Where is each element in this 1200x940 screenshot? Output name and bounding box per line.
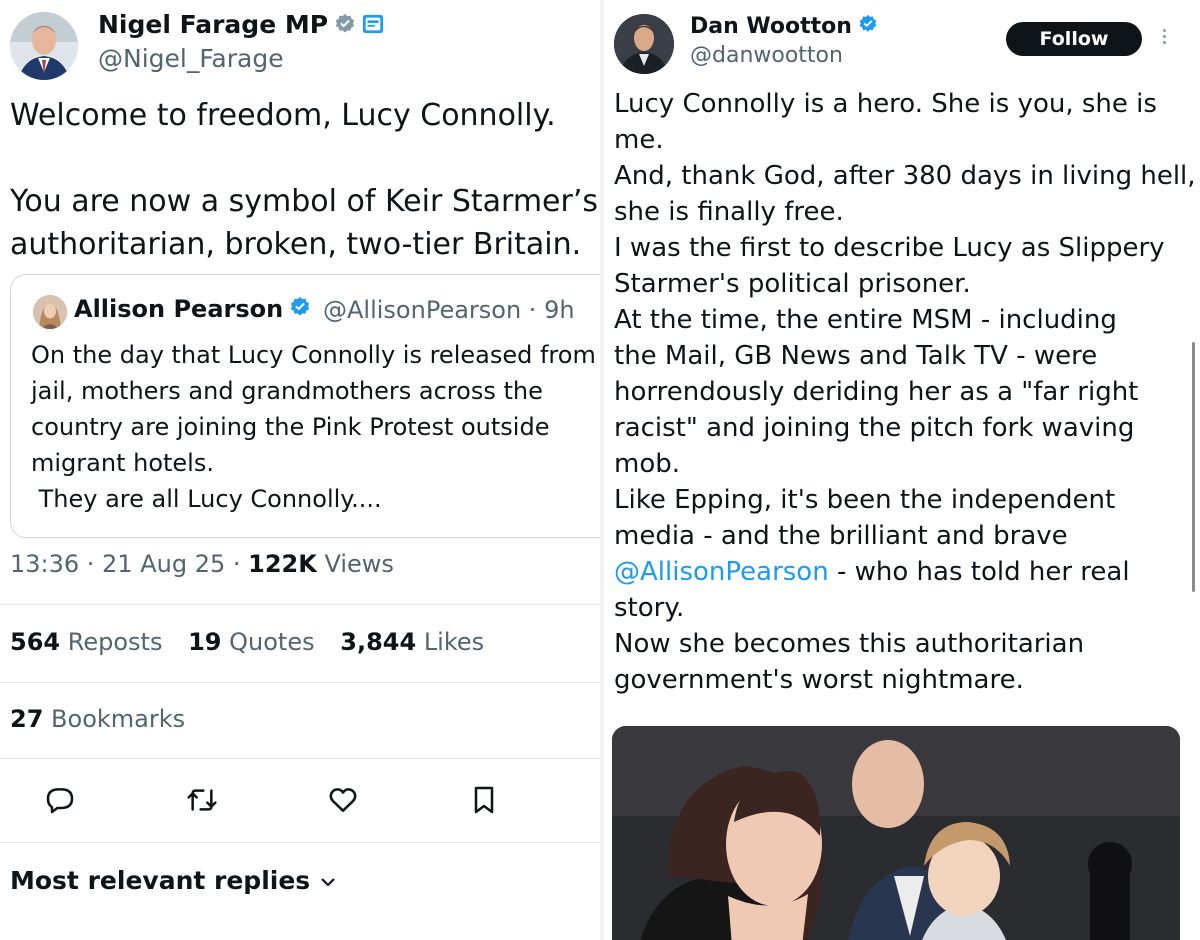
tweet-text-line: Now she becomes this authoritarian xyxy=(614,629,1085,659)
tweet-text-line: media - and the brilliant and brave xyxy=(614,521,1068,551)
avatar[interactable] xyxy=(614,14,674,74)
tweet-text-line: story. xyxy=(614,593,685,623)
repost-icon xyxy=(186,784,218,820)
bookmarks-stat[interactable]: 27 Bookmarks xyxy=(10,705,185,733)
mention-suffix: - who has told her real xyxy=(828,557,1130,587)
tweet-text-line: the Mail, GB News and Talk TV - were xyxy=(614,341,1098,371)
tweet-text-line: And, thank God, after 380 days in living… xyxy=(614,161,1196,191)
quoted-text-line: On the day that Lucy Connolly is release… xyxy=(31,341,596,369)
tweet-text-line-mention: @AllisonPearson - who has told her real xyxy=(614,554,1130,590)
engagement-stats: 564 Reposts 19 Quotes 3,844 Likes xyxy=(10,628,502,656)
reply-icon xyxy=(44,784,76,820)
divider xyxy=(0,842,600,843)
tweet-text-line: Like Epping, it's been the independent xyxy=(614,485,1116,515)
tweet-text-line: she is finally free. xyxy=(614,197,844,227)
scrollbar[interactable] xyxy=(1192,342,1195,592)
reposts-stat[interactable]: 564 Reposts xyxy=(10,628,162,656)
reposts-count: 564 xyxy=(10,628,61,656)
replies-sort-dropdown[interactable]: Most relevant replies xyxy=(10,866,337,895)
tweet-text-line: horrendously deriding her as a "far righ… xyxy=(614,377,1139,407)
tweet-timestamp[interactable]: 13:36 · 21 Aug 25 · xyxy=(10,550,248,578)
tweet-text-line: Lucy Connolly is a hero. She is you, she… xyxy=(614,89,1157,119)
quoted-avatar xyxy=(33,295,67,329)
author-handle[interactable]: @Nigel_Farage xyxy=(98,44,284,73)
tweet-photo[interactable] xyxy=(612,726,1180,940)
views-label: Views xyxy=(316,550,394,578)
quoted-tweet-card[interactable]: Allison Pearson @AllisonPearson · 9h On … xyxy=(10,274,600,538)
tweet-text-line: Starmer's political prisoner. xyxy=(614,269,971,299)
tweet-text-line: At the time, the entire MSM - including xyxy=(614,305,1117,335)
tweet-text-line: me. xyxy=(614,125,664,155)
follow-button[interactable]: Follow xyxy=(1006,22,1142,56)
divider xyxy=(0,604,600,605)
author-name-text: Nigel Farage MP xyxy=(98,10,329,39)
author-name-text: Dan Wootton xyxy=(690,14,852,39)
affiliate-badge-icon xyxy=(362,12,384,41)
chevron-down-icon xyxy=(319,866,337,895)
tweet-text-line: Welcome to freedom, Lucy Connolly. xyxy=(10,98,556,133)
reply-button[interactable] xyxy=(40,782,80,822)
likes-label: Likes xyxy=(423,628,485,656)
bookmark-button[interactable] xyxy=(464,782,504,822)
avatar[interactable] xyxy=(10,12,78,80)
left-tweet-panel: Nigel Farage MP @Nigel_Farage Welcome to… xyxy=(0,0,600,940)
tweet-text-line: You are now a symbol of Keir Starmer’s xyxy=(10,184,599,219)
quoted-text-line: They are all Lucy Connolly.... xyxy=(31,485,382,513)
tweet-meta: 13:36 · 21 Aug 25 · 122K Views xyxy=(10,550,394,578)
quoted-text-line: migrant hotels. xyxy=(31,449,214,477)
divider xyxy=(0,682,600,683)
verified-badge-icon xyxy=(289,296,311,324)
verified-gray-badge-icon xyxy=(334,12,356,41)
author-name[interactable]: Dan Wootton xyxy=(690,14,878,40)
quotes-stat[interactable]: 19 Quotes xyxy=(188,628,315,656)
mention-link[interactable]: @AllisonPearson xyxy=(614,557,829,587)
author-name[interactable]: Nigel Farage MP xyxy=(98,10,384,41)
tweet-text-line: racist" and joining the pitch fork wavin… xyxy=(614,413,1135,443)
verified-badge-icon xyxy=(858,14,878,40)
views-count: 122K xyxy=(248,550,317,578)
quoted-text-line: country are joining the Pink Protest out… xyxy=(31,413,550,441)
reposts-label: Reposts xyxy=(67,628,163,656)
tweet-text-line: I was the first to describe Lucy as Slip… xyxy=(614,233,1165,263)
quotes-count: 19 xyxy=(188,628,222,656)
replies-sort-label: Most relevant replies xyxy=(10,866,311,895)
more-options-icon[interactable] xyxy=(1160,26,1168,52)
right-tweet-panel: Dan Wootton @danwootton Follow Lucy Conn… xyxy=(604,0,1200,940)
bookmarks-count: 27 xyxy=(10,705,44,733)
like-icon xyxy=(327,784,359,820)
likes-stat[interactable]: 3,844 Likes xyxy=(340,628,484,656)
tweet-text-line: government's worst nightmare. xyxy=(614,665,1024,695)
divider xyxy=(0,758,600,759)
likes-count: 3,844 xyxy=(340,628,417,656)
tweet-text-line: authoritarian, broken, two-tier Britain. xyxy=(10,227,582,262)
quotes-label: Quotes xyxy=(229,628,315,656)
quoted-author-name-text: Allison Pearson xyxy=(74,295,284,323)
author-handle[interactable]: @danwootton xyxy=(690,43,843,68)
repost-button[interactable] xyxy=(182,782,222,822)
bookmark-icon xyxy=(468,784,500,820)
bookmarks-label: Bookmarks xyxy=(51,705,186,733)
tweet-text-line: mob. xyxy=(614,449,681,479)
quoted-handle-time: @AllisonPearson · 9h xyxy=(323,296,575,324)
quoted-author-name: Allison Pearson xyxy=(74,295,311,324)
quoted-text-line: jail, mothers and grandmothers across th… xyxy=(31,377,543,405)
like-button[interactable] xyxy=(323,782,363,822)
